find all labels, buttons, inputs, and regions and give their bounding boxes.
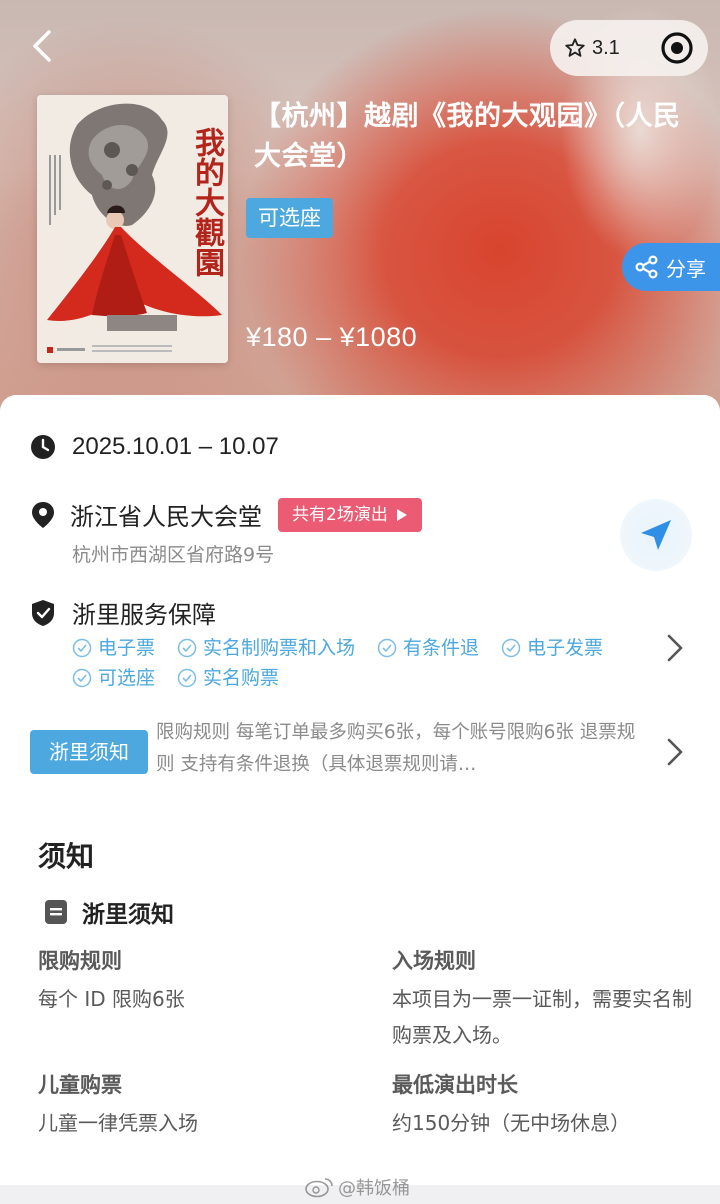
service-item-label: 实名制购票和入场	[203, 637, 356, 659]
notice-subtitle-row: 浙里须知	[44, 895, 174, 929]
shows-count-label: 共有2场演出	[292, 504, 388, 525]
target-icon[interactable]	[660, 31, 694, 65]
service-item-label: 电子发票	[527, 637, 604, 659]
rule-value: 约150分钟（无中场休息）	[392, 1111, 631, 1135]
service-item: 有条件退	[377, 636, 479, 660]
rating-value: 3.1	[592, 36, 620, 59]
service-item-label: 可选座	[98, 667, 156, 689]
service-item: 可选座	[72, 666, 155, 690]
chevron-right-icon	[667, 738, 683, 766]
watermark: @韩饭桶	[304, 1174, 410, 1200]
clock-icon	[31, 435, 55, 459]
weibo-icon	[305, 1178, 333, 1198]
rule-title: 最低演出时长	[392, 1073, 518, 1097]
notice-subtitle: 浙里须知	[82, 902, 174, 928]
venue-name: 浙江省人民大会堂	[70, 503, 262, 531]
check-circle-icon	[501, 638, 521, 658]
rule-value: 儿童一律凭票入场	[38, 1111, 198, 1135]
check-circle-icon	[177, 668, 197, 688]
service-item: 电子发票	[501, 636, 603, 660]
shows-count-button[interactable]: 共有2场演出	[278, 497, 422, 532]
rule-value: 每个 ID 限购6张	[38, 987, 185, 1011]
service-item: 实名购票	[177, 666, 279, 690]
service-item-label: 电子票	[98, 637, 156, 659]
share-button[interactable]: 分享	[622, 243, 720, 291]
date-row: 2025.10.01 – 10.07	[30, 433, 279, 461]
rule-block: 入场规则 本项目为一票一证制，需要实名制购票及入场。	[392, 947, 692, 1053]
service-row[interactable]: 浙里服务保障 电子票 实名制购票和入场 有条件退 电子发票 可选座 实名购票	[30, 595, 690, 690]
seat-selectable-tag: 可选座	[246, 198, 333, 238]
price-range: ¥180 – ¥1080	[246, 322, 418, 352]
check-circle-icon	[72, 668, 92, 688]
service-title: 浙里服务保障	[72, 601, 216, 629]
share-label: 分享	[666, 256, 706, 281]
check-circle-icon	[72, 638, 92, 658]
show-title: 【杭州】越剧《我的大观园》（人民大会堂）	[254, 101, 681, 172]
rule-title: 儿童购票	[38, 1073, 122, 1097]
check-circle-icon	[177, 638, 197, 658]
rule-title: 入场规则	[392, 949, 476, 973]
detail-card: 2025.10.01 – 10.07 浙江省人民大会堂 共有2场演出 杭州市西湖…	[0, 395, 720, 1185]
service-items: 电子票 实名制购票和入场 有条件退 电子发票 可选座 实名购票	[72, 636, 632, 690]
navigation-button[interactable]	[620, 499, 692, 571]
watermark-text: @韩饭桶	[338, 1178, 410, 1199]
notice-row[interactable]: 浙里须知 限购规则 每笔订单最多购买6张，每个账号限购6张 退票规则 支持有条件…	[30, 717, 690, 789]
mini-program-capsule: 3.1	[550, 20, 708, 76]
notice-section-title: 须知	[38, 840, 95, 873]
service-item-label: 实名购票	[203, 667, 280, 689]
chevron-right-icon[interactable]	[664, 633, 686, 663]
notice-summary: 限购规则 每笔订单最多购买6张，每个账号限购6张 退票规则 支持有条件退换（具体…	[156, 722, 636, 775]
service-item: 实名制购票和入场	[177, 636, 355, 660]
venue-address: 杭州市西湖区省府路9号	[72, 544, 275, 566]
back-button[interactable]	[22, 24, 62, 68]
star-icon	[565, 38, 585, 57]
shield-check-icon	[32, 599, 54, 626]
rule-block: 最低演出时长 约150分钟（无中场休息）	[392, 1071, 692, 1141]
navigation-arrow-icon	[641, 520, 671, 550]
poster-image: 我的大觀園	[37, 95, 228, 363]
check-circle-icon	[377, 638, 397, 658]
play-triangle-icon	[396, 508, 407, 521]
rule-value: 本项目为一票一证制，需要实名制购票及入场。	[392, 987, 692, 1047]
service-item: 电子票	[72, 636, 155, 660]
rule-block: 限购规则 每个 ID 限购6张	[38, 947, 338, 1017]
rule-block: 儿童购票 儿童一律凭票入场	[38, 1071, 338, 1141]
venue-row[interactable]: 浙江省人民大会堂 共有2场演出 杭州市西湖区省府路9号	[30, 497, 690, 567]
notice-tag: 浙里须知	[30, 730, 148, 774]
document-icon	[45, 900, 67, 924]
service-item-label: 有条件退	[403, 637, 480, 659]
show-date: 2025.10.01 – 10.07	[72, 433, 279, 460]
share-icon	[635, 255, 658, 279]
location-pin-icon	[32, 501, 54, 528]
poster-title: 我的大觀園	[189, 127, 224, 277]
rule-title: 限购规则	[38, 949, 122, 973]
chevron-left-icon	[33, 30, 51, 62]
favorite-button[interactable]: 3.1	[564, 37, 620, 60]
